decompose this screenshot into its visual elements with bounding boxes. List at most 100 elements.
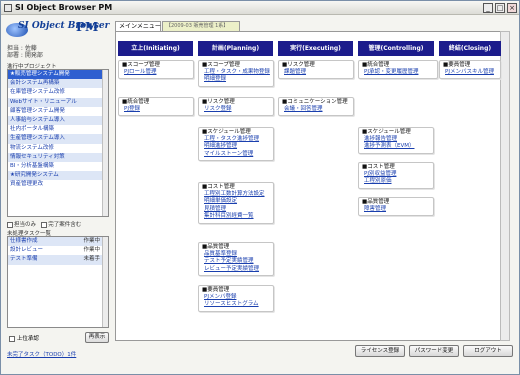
group-plan-quality: ■品質管理 品質基準登録 テスト予定実績管理 レビュー予定実績管理 [198,242,274,276]
upper-approval-checkbox[interactable]: 上位承認 [9,334,39,342]
group-ctrl-integration: ■統合管理 PJ承認・変更履歴管理 [358,60,438,79]
menu-link[interactable]: PJ登録 [122,106,190,113]
project-list-item[interactable]: 生産管理システム導入 [8,134,108,144]
project-list-item[interactable]: 人事給与システム導入 [8,115,108,126]
group-exec-comm: ■コミュニケーション管理 会議・回答管理 [278,97,354,116]
todo-item-status: 未着手 [83,256,100,263]
menu-link[interactable]: 明細登録 [202,76,270,83]
group-plan-hr: ■要員管理 PJメンバ登録 リソースヒストグラム [198,285,274,312]
menu-link[interactable]: 会議・回答管理 [282,106,350,113]
todo-list-item[interactable]: テスト準備 未着手 [8,255,108,265]
group-title: ■スコープ管理 [122,62,160,68]
phase-executing: 実行(Executing) [278,41,353,56]
include-done-checkbox[interactable]: 完了案件含む [41,221,81,228]
menu-link[interactable]: リソースヒストグラム [202,301,270,308]
group-ctrl-quality: ■品質管理 障害管理 [358,197,434,216]
license-button[interactable]: ライセンス登録 [355,345,405,357]
phase-planning: 計画(Planning) [198,41,273,56]
logo: SI Object Browser PM [6,19,109,41]
menu-link[interactable]: 障害管理 [362,206,430,213]
filter-checks: 担当のみ 完了案件含む [7,220,109,228]
group-title: ■スケジュール管理 [362,129,411,135]
menu-link[interactable]: PJロール管理 [122,69,190,76]
menu-link[interactable]: 明細進捗管理 [202,143,270,150]
menu-link[interactable]: レビュー予定実績管理 [202,266,270,273]
sidebar: SI Object Browser PM 担当 : 佐藤 部署 : 開発部 進行… [4,18,109,373]
menu-link[interactable]: テスト予定実績管理 [202,258,270,265]
menu-link[interactable]: 集計科目別経費一覧 [202,213,270,220]
password-change-button[interactable]: パスワード変更 [409,345,459,357]
menu-link[interactable]: 課題管理 [282,69,350,76]
todo-item-name: 設計レビュー [10,247,44,254]
menu-link[interactable]: 見積管理 [202,206,270,213]
todo-list-item[interactable]: 設計レビュー 作業中 [8,246,108,255]
app-window: SI Object Browser PM _ □ × SI Object Bro… [0,0,520,375]
menu-link[interactable]: マイルストーン管理 [202,151,270,158]
menu-link[interactable]: 進捗予測表（EVM） [362,143,430,150]
group-plan-schedule: ■スケジュール管理 工程・タスク進捗管理 明細進捗管理 マイルストーン管理 [198,127,274,161]
phase-controlling: 管理(Controlling) [358,41,434,56]
phase-initiating: 立上(Initiating) [118,41,193,56]
group-title: ■統合管理 [362,62,390,68]
project-list-item[interactable]: BI・分析基盤構築 [8,162,108,171]
group-title: ■リスク管理 [282,62,315,68]
todo-count-link[interactable]: 未完了タスク（TODO）1件 [7,350,76,358]
group-plan-risk: ■リスク管理 リスク登録 [198,97,274,116]
group-title: ■コスト管理 [362,164,395,170]
main-scrollbar[interactable] [500,31,510,341]
todo-list-item[interactable]: 仕様書作成 作業中 [8,237,108,247]
close-button[interactable]: × [507,3,517,13]
group-title: ■スコープ管理 [202,62,240,68]
group-title: ■コスト管理 [202,184,235,190]
group-title: ■リスク管理 [202,99,235,105]
bottom-controls: 上位承認 再表示 [7,332,109,344]
main-menu-panel: 立上(Initiating) 計画(Planning) 実行(Executing… [115,31,510,341]
project-list-item[interactable]: 資産管理更改 [8,180,108,189]
user-department: 部署 : 開発部 [7,52,43,59]
group-exec-risk: ■リスク管理 課題管理 [278,60,354,79]
title-bar: SI Object Browser PM _ □ × [1,1,519,15]
menu-link[interactable]: リスク登録 [202,106,270,113]
maximize-button[interactable]: □ [495,3,505,13]
todo-item-status: 作業中 [83,238,100,244]
menu-link[interactable]: 工程別原価 [362,178,430,185]
group-close-hr: ■要員管理 PJメンバスキル管理 [439,60,501,79]
group-ctrl-schedule: ■スケジュール管理 進捗報告管理 進捗予測表（EVM） [358,127,434,154]
todo-item-name: 仕様書作成 [10,238,38,244]
group-init-scope: ■スコープ管理 PJロール管理 [118,60,194,79]
project-list-item[interactable]: Webサイト・リニューアル [8,97,108,107]
group-init-integration: ■統合管理 PJ登録 [118,97,194,116]
project-list-item[interactable]: 会計システム再構築 [8,79,108,89]
todo-list-scrollbar[interactable] [102,237,108,327]
user-info: 担当 : 佐藤 部署 : 開発部 [7,45,43,59]
logo-suffix: PM [76,20,99,34]
redisplay-button[interactable]: 再表示 [85,332,109,343]
minimize-button[interactable]: _ [483,3,493,13]
project-list-item[interactable]: 顧客管理システム開発 [8,107,108,116]
project-list-item[interactable]: 物流システム改修 [8,144,108,153]
group-ctrl-cost: ■コスト管理 PJ別収益管理 工程別原価 [358,162,434,189]
project-list-item[interactable]: ★販売管理システム開発 [8,70,108,80]
menu-link[interactable]: PJ承認・変更履歴管理 [362,69,434,76]
menu-link[interactable]: 明細単価設定 [202,198,270,205]
app-icon [4,4,12,12]
todo-item-name: テスト準備 [10,256,38,263]
todo-list[interactable]: 仕様書作成 作業中 設計レビュー 作業中 テスト準備 未着手 [7,236,109,328]
mine-only-checkbox[interactable]: 担当のみ [7,221,36,228]
phase-closing: 終結(Closing) [439,41,501,56]
user-name: 担当 : 佐藤 [7,45,37,52]
group-plan-scope: ■スコープ管理 工程・タスク・成果物登録 明細登録 [198,60,274,87]
project-list-item[interactable]: 社内ポータル構築 [8,125,108,134]
logout-button[interactable]: ログアウト [463,345,513,357]
group-title: ■コミュニケーション管理 [282,99,348,105]
project-list-scrollbar[interactable] [102,70,108,216]
project-list[interactable]: ★販売管理システム開発 会計システム再構築 在庫管理システム改修 Webサイト・リニュ… [7,69,109,217]
group-title: ■統合管理 [122,99,150,105]
project-list-item[interactable]: 情報セキュリティ対策 [8,152,108,162]
group-plan-cost: ■コスト管理 工程別工数計算方法設定 明細単価設定 見積管理 集計科目別経費一覧 [198,182,274,224]
project-list-item[interactable]: 在庫管理システム改修 [8,88,108,97]
project-list-item[interactable]: ★研究開発システム [8,171,108,181]
group-title: ■要員管理 [443,62,471,68]
menu-link[interactable]: PJメンバスキル管理 [443,69,497,76]
group-title: ■要員管理 [202,287,230,293]
